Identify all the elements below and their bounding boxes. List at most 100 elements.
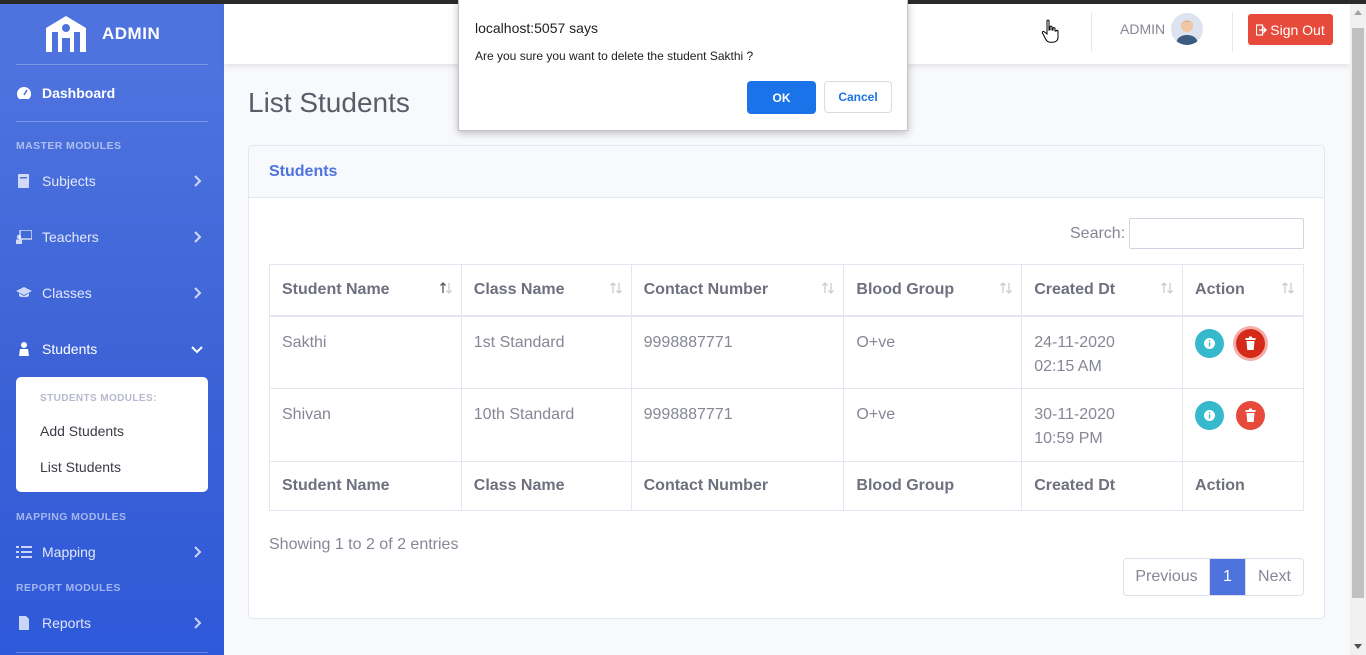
chevron-right-icon — [194, 287, 202, 299]
column-header-blood-group[interactable]: Blood Group — [843, 264, 1023, 317]
scroll-down-arrow[interactable] — [1354, 644, 1362, 649]
table-footer-row: Student Name Class Name Contact Number B… — [269, 461, 1304, 511]
chevron-right-icon — [194, 231, 202, 243]
students-submenu: STUDENTS MODULES: Add Students List Stud… — [16, 377, 208, 492]
avatar[interactable] — [1171, 13, 1203, 45]
topbar-divider — [1091, 12, 1092, 52]
scroll-up-arrow[interactable] — [1354, 10, 1362, 15]
sidebar-divider — [16, 121, 208, 122]
cell-actions — [1182, 315, 1304, 389]
school-logo-icon — [46, 16, 86, 52]
admin-username[interactable]: ADMIN — [1120, 21, 1165, 37]
sidebar-heading-report: REPORT MODULES — [16, 582, 121, 594]
footer-contact-number: Contact Number — [630, 461, 845, 511]
next-page-button[interactable]: Next — [1245, 559, 1303, 595]
sort-icon — [822, 282, 835, 294]
tachometer-icon — [17, 86, 32, 99]
sidebar-item-teachers[interactable]: Teachers — [0, 217, 224, 257]
previous-page-button[interactable]: Previous — [1124, 559, 1210, 595]
sidebar-item-classes[interactable]: Classes — [0, 273, 224, 313]
page-1-button[interactable]: 1 — [1210, 559, 1245, 595]
sidebar-heading-master: MASTER MODULES — [16, 140, 122, 152]
trash-icon — [1245, 336, 1256, 350]
sidebar-divider — [16, 64, 208, 65]
page-title: List Students — [248, 87, 410, 118]
card-title: Students — [269, 163, 338, 180]
column-header-label: Created Dt — [1034, 281, 1116, 298]
trash-icon — [1245, 408, 1256, 422]
sidebar: ADMIN Dashboard MASTER MODULES Subjects … — [0, 0, 224, 655]
search-input[interactable] — [1129, 218, 1304, 249]
cell-contact-number: 9998887771 — [630, 315, 845, 389]
info-circle-icon — [1204, 337, 1216, 349]
created-time: 10:59 PM — [1034, 430, 1103, 447]
sidebar-heading-mapping: MAPPING MODULES — [16, 511, 127, 523]
sidebar-item-students[interactable]: Students — [0, 329, 224, 369]
sidebar-item-label: Students — [42, 341, 98, 357]
file-icon — [19, 616, 29, 630]
created-time: 02:15 AM — [1034, 357, 1102, 375]
table-info: Showing 1 to 2 of 2 entries — [269, 536, 459, 553]
scrollbar-thumb[interactable] — [1352, 28, 1364, 598]
chevron-right-icon — [194, 175, 202, 187]
submenu-item-add-students[interactable]: Add Students — [40, 423, 124, 439]
table-row: Shivan 10th Standard 9998887771 O+ve 30-… — [269, 388, 1304, 462]
user-tie-icon — [19, 342, 29, 356]
sidebar-item-label: Reports — [42, 615, 92, 631]
cell-blood-group: O+ve — [843, 315, 1023, 389]
table-header-row: Student Name Class Name Contact Number B… — [269, 264, 1304, 317]
sign-out-icon — [1256, 23, 1268, 36]
dialog-message: Are you sure you want to delete the stud… — [475, 49, 754, 63]
chevron-down-icon — [191, 346, 203, 354]
sign-out-label: Sign Out — [1270, 21, 1325, 38]
footer-created-dt: Created Dt — [1021, 461, 1184, 511]
brand-name: ADMIN — [102, 24, 161, 43]
sort-icon — [1000, 282, 1013, 294]
pagination: Previous 1 Next — [1123, 558, 1304, 596]
column-header-action[interactable]: Action — [1182, 264, 1304, 317]
topbar-divider — [1232, 12, 1233, 52]
sort-icon — [1161, 282, 1174, 294]
sidebar-item-reports[interactable]: Reports — [0, 603, 224, 643]
students-table: Student Name Class Name Contact Number B… — [269, 264, 1304, 511]
ok-button[interactable]: OK — [747, 81, 816, 114]
sidebar-item-label: Teachers — [42, 229, 99, 245]
search-label: Search: — [1070, 225, 1126, 242]
cell-created-dt: 24-11-2020 02:15 AM — [1021, 315, 1184, 389]
submenu-item-list-students[interactable]: List Students — [40, 459, 121, 475]
created-date: 30-11-2020 — [1034, 406, 1115, 423]
dialog-title: localhost:5057 says — [475, 20, 598, 36]
cancel-button[interactable]: Cancel — [824, 81, 892, 113]
cell-contact-number: 9998887771 — [630, 388, 845, 462]
cell-class-name: 1st Standard — [460, 315, 632, 389]
sidebar-item-subjects[interactable]: Subjects — [0, 161, 224, 201]
book-icon — [18, 174, 29, 188]
user-avatar-icon — [1176, 20, 1198, 45]
submenu-heading: STUDENTS MODULES: — [40, 393, 157, 404]
column-header-contact-number[interactable]: Contact Number — [630, 264, 845, 317]
view-details-button[interactable] — [1195, 328, 1225, 358]
column-header-label: Blood Group — [856, 281, 955, 298]
cell-student-name: Shivan — [269, 388, 462, 462]
view-details-button[interactable] — [1195, 401, 1225, 430]
sort-icon — [1282, 282, 1294, 294]
sidebar-item-dashboard[interactable]: Dashboard — [0, 73, 224, 113]
sidebar-item-mapping[interactable]: Mapping — [0, 532, 224, 572]
column-header-class-name[interactable]: Class Name — [460, 264, 632, 317]
sidebar-brand[interactable]: ADMIN — [0, 4, 224, 64]
graduation-cap-icon — [16, 287, 32, 298]
page-scrollbar[interactable] — [1350, 4, 1366, 655]
sign-out-button[interactable]: Sign Out — [1248, 14, 1333, 45]
column-header-student-name[interactable]: Student Name — [269, 264, 462, 317]
footer-class-name: Class Name — [460, 461, 632, 511]
tasks-icon — [16, 546, 32, 558]
footer-student-name: Student Name — [269, 461, 462, 511]
students-card: Students Search: Student Name Class Name… — [248, 145, 1325, 619]
delete-button[interactable] — [1236, 328, 1266, 358]
card-header: Students — [249, 146, 1324, 198]
sidebar-item-label: Subjects — [42, 173, 96, 189]
delete-button[interactable] — [1236, 401, 1266, 430]
column-header-created-dt[interactable]: Created Dt — [1021, 264, 1184, 317]
column-header-label: Action — [1195, 281, 1245, 298]
column-header-label: Class Name — [473, 281, 565, 298]
